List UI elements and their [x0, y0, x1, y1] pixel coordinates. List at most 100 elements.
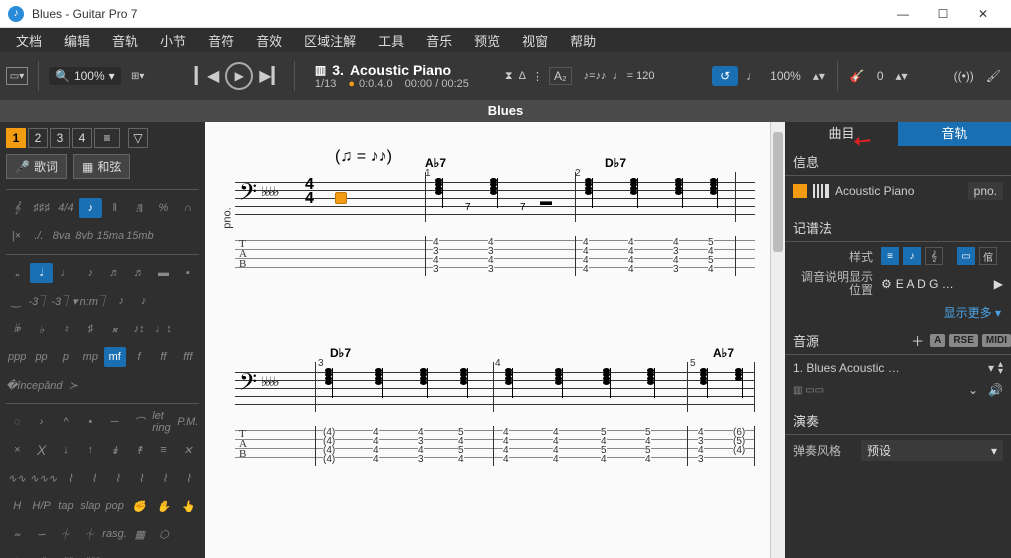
coda-icon[interactable]: %: [152, 198, 174, 218]
turn-icon[interactable]: ∽: [30, 524, 52, 544]
letring-icon[interactable]: let ring: [152, 412, 174, 432]
whole-note-icon[interactable]: 𝅝: [6, 263, 28, 283]
trill-icon[interactable]: 𝆗: [6, 524, 28, 544]
simile-icon[interactable]: ./.: [29, 226, 50, 246]
thirtysecond-note-icon[interactable]: ♬: [128, 263, 150, 283]
timesig-icon[interactable]: 4/4: [55, 198, 77, 218]
scrollbar-thumb[interactable]: [773, 132, 783, 252]
menu-edit[interactable]: 编辑: [54, 28, 100, 53]
tie-icon[interactable]: ‿: [6, 291, 27, 311]
sixteenth-note-icon[interactable]: ♬: [104, 263, 126, 283]
multivoice-icon[interactable]: ≡: [94, 128, 120, 148]
maximize-button[interactable]: ☐: [923, 2, 963, 26]
skip-fwd-button[interactable]: ▶▎: [259, 66, 284, 86]
note-tool-active[interactable]: ♪: [79, 198, 101, 218]
voice-1[interactable]: 1: [6, 128, 26, 148]
sound-stepper[interactable]: ▴▾: [998, 361, 1003, 375]
font-size-indicator[interactable]: A₂: [549, 67, 572, 85]
style-tab[interactable]: ♪: [903, 247, 921, 265]
tab-score[interactable]: 曲目: [785, 122, 898, 146]
menu-help[interactable]: 帮助: [560, 28, 606, 53]
acc-change1-icon[interactable]: ♪↕: [128, 319, 150, 339]
menu-note[interactable]: 音符: [198, 28, 244, 53]
dyn-pp[interactable]: pp: [30, 347, 52, 367]
fret-diagram-icon[interactable]: ▦: [129, 524, 151, 544]
track-info[interactable]: ▥ 3. Acoustic Piano 1/13 ● 0:0.4.0 00:00…: [315, 62, 469, 90]
wah-icon[interactable]: ⬡: [153, 524, 175, 544]
track-row[interactable]: Acoustic Piano pno.: [785, 178, 1011, 204]
eighth-note-icon[interactable]: ♪: [79, 263, 101, 283]
strum-value[interactable]: 预设: [867, 442, 987, 459]
legato-icon[interactable]: ⌒: [128, 412, 150, 432]
voice-2[interactable]: 2: [28, 128, 48, 148]
dead-note-icon[interactable]: ×: [6, 440, 28, 460]
flat-icon[interactable]: ♭: [30, 319, 52, 339]
waveform-icon[interactable]: ▥ ▭▭: [793, 385, 824, 396]
menu-music[interactable]: 音乐: [416, 28, 462, 53]
dyn-mf[interactable]: mf: [104, 347, 126, 367]
badge-midi[interactable]: MIDI: [982, 334, 1011, 347]
countdown-icon[interactable]: ⋮: [532, 70, 543, 83]
decoration2-icon[interactable]: ⌇: [83, 468, 105, 488]
staccato-icon[interactable]: •: [79, 412, 101, 432]
golpe-icon[interactable]: ✊: [128, 496, 150, 516]
show-more-link[interactable]: 显示更多 ▾: [785, 300, 1011, 325]
dyn-mp[interactable]: mp: [79, 347, 101, 367]
decoration5-icon[interactable]: ⌇: [154, 468, 176, 488]
track-short-field[interactable]: pno.: [968, 182, 1003, 200]
speaker-icon[interactable]: 🔊: [988, 383, 1003, 397]
tenuto-icon[interactable]: ─: [104, 412, 126, 432]
menu-tools[interactable]: 工具: [368, 28, 414, 53]
mordent1-icon[interactable]: ⏆: [54, 524, 76, 544]
rasg-icon[interactable]: ≡: [152, 440, 174, 460]
grace2-icon[interactable]: ♪: [133, 291, 154, 311]
badge-a[interactable]: A: [930, 334, 945, 347]
minimize-button[interactable]: —: [883, 2, 923, 26]
ottava-icon[interactable]: 8va: [51, 226, 72, 246]
chevron-down-icon[interactable]: ▾: [988, 361, 994, 375]
tremolo1-icon[interactable]: ⫽: [30, 552, 52, 558]
mordent2-icon[interactable]: ⏆: [78, 524, 100, 544]
rest2-icon[interactable]: ▪: [177, 263, 199, 283]
menu-track[interactable]: 音轨: [102, 28, 148, 53]
zoom-control[interactable]: 🔍 100% ▾: [49, 67, 121, 85]
tuning-value[interactable]: E A D G …: [896, 277, 990, 291]
slap-icon[interactable]: slap: [79, 496, 101, 516]
menu-effects[interactable]: 音效: [246, 28, 292, 53]
gear-icon[interactable]: ⚙: [881, 277, 892, 291]
play-tuning-icon[interactable]: ▶: [994, 277, 1003, 291]
vibrato-icon[interactable]: ∿∿: [6, 468, 28, 488]
menu-bar-m[interactable]: 小节: [150, 28, 196, 53]
dyn-ppp[interactable]: ppp: [6, 347, 28, 367]
style-opt2[interactable]: 倌: [979, 247, 997, 265]
decoration3-icon[interactable]: ⌇: [107, 468, 129, 488]
hammer-icon[interactable]: H: [6, 496, 28, 516]
edit-cursor[interactable]: [335, 192, 347, 204]
voice-4[interactable]: 4: [72, 128, 92, 148]
voice-3[interactable]: 3: [50, 128, 70, 148]
close-button[interactable]: ✕: [963, 2, 1003, 26]
tap-icon[interactable]: tap: [55, 496, 77, 516]
tuplet3-icon[interactable]: -3⏋: [29, 291, 50, 311]
quarter-note-icon[interactable]: ♩: [55, 263, 77, 283]
sound-selector[interactable]: 1. Blues Acoustic … ▾ ▴▾: [785, 357, 1011, 379]
tempo-indicator[interactable]: ♩ = 120: [613, 70, 655, 82]
cresc-icon[interactable]: �începând: [6, 375, 63, 395]
speed-pct[interactable]: 100%: [766, 69, 805, 83]
ntuplet-icon[interactable]: n:m⏋: [80, 291, 109, 311]
finger-icon[interactable]: 👆: [177, 496, 199, 516]
decoration6-icon[interactable]: ⌇: [177, 468, 199, 488]
tremolo3-icon[interactable]: ⫽⫽⫽: [79, 552, 101, 558]
heavy-accent-icon[interactable]: ^: [55, 412, 77, 432]
brush-down-icon[interactable]: ↓: [55, 440, 77, 460]
sound-icon[interactable]: ((•)): [950, 69, 978, 83]
decoration1-icon[interactable]: ⌇: [59, 468, 81, 488]
grace1-icon[interactable]: ♪: [111, 291, 132, 311]
style-opt1[interactable]: ▭: [957, 247, 975, 265]
pop-icon[interactable]: pop: [104, 496, 126, 516]
add-sound-icon[interactable]: ＋: [911, 331, 924, 350]
hp-icon[interactable]: H/P: [30, 496, 52, 516]
vertical-scrollbar[interactable]: [771, 122, 785, 558]
brush-up-icon[interactable]: ↑: [79, 440, 101, 460]
track-color-swatch[interactable]: [793, 184, 807, 198]
